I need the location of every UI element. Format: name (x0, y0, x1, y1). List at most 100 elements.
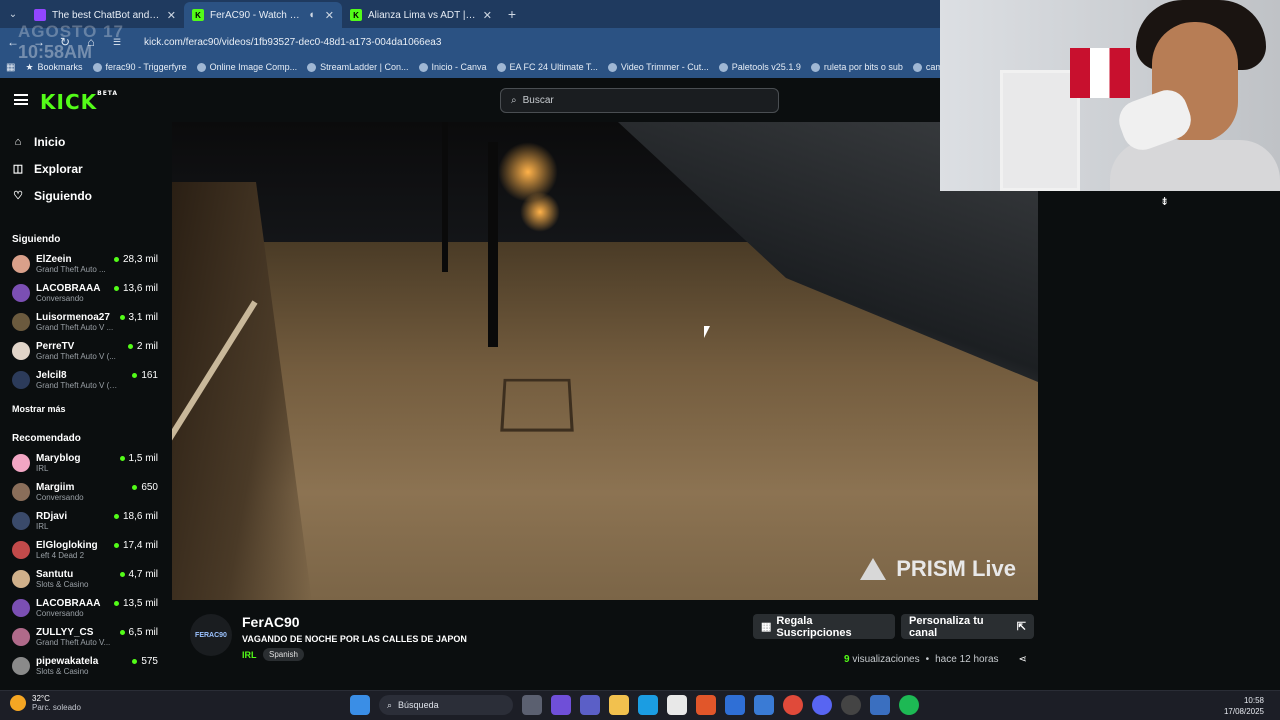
tab-close-icon[interactable]: ✕ (167, 9, 176, 22)
live-dot-icon (119, 572, 125, 577)
stream-category[interactable]: IRL (242, 650, 257, 660)
bookmark-item[interactable]: StreamLadder | Con... (307, 62, 409, 72)
sidebar-channel[interactable]: LACOBRAAA Conversando 13,5 mil (0, 593, 172, 622)
channel-category: Conversando (36, 293, 84, 303)
sidebar-channel[interactable]: Luisormenoa27 Grand Theft Auto V ... 3,1 m… (0, 307, 172, 336)
discord-icon[interactable] (812, 695, 832, 715)
video-stats: 9 visualizaciones • hace 12 horas ⋖ (844, 654, 1027, 665)
sidebar-channel[interactable]: ElGlogloking Left 4 Dead 2 17,4 mil (0, 535, 172, 564)
compass-icon: ◫ (12, 163, 24, 175)
search-input[interactable]: ⌕ Buscar (500, 88, 779, 113)
channel-category: Left 4 Dead 2 (36, 550, 85, 560)
video-player[interactable]: PRISM Live (172, 122, 1038, 600)
time-ago: hace 12 horas (935, 654, 999, 665)
app-icon[interactable] (696, 695, 716, 715)
avatar (12, 569, 30, 588)
separator: • (925, 654, 930, 665)
nav-item-inicio[interactable]: ⌂ Inicio (0, 128, 172, 155)
obs-icon[interactable] (841, 695, 861, 715)
show-more-link[interactable]: Mostrar más (0, 398, 172, 420)
live-dot-icon (113, 286, 119, 291)
kick-logo[interactable]: KICKBETA (40, 90, 118, 114)
weather-widget[interactable]: 32°C Parc. soleado (10, 694, 81, 712)
gift-subs-button[interactable]: ▦ Regala Suscripciones (753, 614, 895, 639)
task-view-icon[interactable] (522, 695, 542, 715)
copilot-icon[interactable] (551, 695, 571, 715)
sidebar-channel[interactable]: Margiim Conversando 650 (0, 477, 172, 506)
apps-grid-icon[interactable]: ▦ (6, 62, 15, 73)
live-dot-icon (113, 257, 119, 262)
live-dot-icon (119, 315, 125, 320)
share-icon[interactable]: ⋖ (1019, 654, 1027, 665)
avatar (12, 312, 30, 331)
views-count: 9 (844, 654, 850, 665)
viewer-count: 13,6 mil (113, 283, 158, 294)
expand-chat-icon[interactable]: ⇟ (1160, 195, 1169, 208)
sidebar-channel[interactable]: LACOBRAAA Conversando 13,6 mil (0, 278, 172, 307)
sidebar-channel[interactable]: RDjavi IRL 18,6 mil (0, 506, 172, 535)
menu-icon[interactable] (14, 94, 28, 105)
sidebar-channel[interactable]: Maryblog IRL 1,5 mil (0, 448, 172, 477)
channel-name[interactable]: FerAC90 (242, 614, 300, 630)
channel-category: IRL (36, 521, 49, 531)
bookmark-item[interactable]: ruleta por bits o sub (810, 62, 903, 72)
nav-item-explorar[interactable]: ◫ Explorar (0, 155, 172, 182)
chrome-icon[interactable] (783, 695, 803, 715)
live-dot-icon (132, 373, 138, 378)
teams-icon[interactable] (580, 695, 600, 715)
sidebar-channel[interactable]: ElZeein Grand Theft Auto ... 28,3 mil (0, 249, 172, 278)
notepad-icon[interactable] (870, 695, 890, 715)
sidebar-channel[interactable]: PerreTV Grand Theft Auto V (... 2 mil (0, 336, 172, 365)
new-tab-button[interactable]: + (500, 6, 524, 22)
bookmark-icon (607, 62, 617, 72)
url-field[interactable]: kick.com/ferac90/videos/1fb93527-dec0-48… (144, 37, 441, 48)
bookmark-icon (92, 62, 102, 72)
avatar (12, 598, 30, 617)
tab-title: The best ChatBot and Widgets (52, 9, 161, 21)
customize-channel-button[interactable]: Personaliza tu canal ⇱ (901, 614, 1034, 639)
channel-category: Grand Theft Auto V ... (36, 322, 114, 332)
bookmark-item[interactable]: EA FC 24 Ultimate T... (496, 62, 598, 72)
sidebar-channel[interactable]: pipewakatela Slots & Casino 575 (0, 651, 172, 680)
weather-temp: 32°C (32, 694, 50, 703)
browser-tab-3[interactable]: K Alianza Lima vs ADT | Peru Lig ✕ (342, 2, 500, 28)
sidebar-channel[interactable]: Santutu Slots & Casino 4,7 mil (0, 564, 172, 593)
language-tag[interactable]: Spanish (263, 648, 304, 661)
live-dot-icon (113, 601, 119, 606)
channel-avatar[interactable]: FERAC90 (190, 614, 232, 656)
search-icon: ⌕ (511, 95, 517, 106)
bookmark-item[interactable]: ★ Bookmarks (25, 62, 82, 73)
system-clock[interactable]: 10:58 17/08/2025 (1224, 695, 1264, 717)
store-icon[interactable] (667, 695, 687, 715)
tab-favicon-icon (34, 9, 46, 21)
spotify-icon[interactable] (899, 695, 919, 715)
avatar (12, 540, 30, 559)
bookmark-item[interactable]: camara cel (912, 62, 940, 72)
channel-category: Slots & Casino (36, 579, 89, 589)
bookmark-item[interactable]: Online Image Comp... (196, 62, 297, 72)
browser-tab-2[interactable]: K FerAC90 - Watch the VOD ◖ ✕ (184, 2, 342, 28)
bookmark-icon (496, 62, 506, 72)
channel-category: Grand Theft Auto ... (36, 264, 106, 274)
bookmark-item[interactable]: Paletools v25.1.9 (718, 62, 801, 72)
channel-category: Grand Theft Auto V (... (36, 351, 116, 361)
file-explorer-icon[interactable] (609, 695, 629, 715)
viewer-count: 650 (132, 482, 158, 493)
photos-icon[interactable] (754, 695, 774, 715)
bookmark-item[interactable]: Video Trimmer - Cut... (607, 62, 709, 72)
bookmark-item[interactable]: Inicio - Canva (418, 62, 487, 72)
tree-trunk (442, 122, 448, 272)
edge-icon[interactable] (638, 695, 658, 715)
tab-audio-icon[interactable]: ◖ (308, 9, 315, 21)
live-dot-icon (127, 344, 133, 349)
bookmarks-bar: ▦ ★ Bookmarks ferac90 - Triggerfyre Onlin… (0, 56, 940, 78)
nav-item-siguiendo[interactable]: ♡ Siguiendo (0, 182, 172, 209)
tab-close-icon[interactable]: ✕ (325, 9, 334, 22)
sidebar-channel[interactable]: Jelcil8 Grand Theft Auto V (GT... 161 (0, 365, 172, 394)
tab-close-icon[interactable]: ✕ (483, 9, 492, 22)
bookmark-item[interactable]: ferac90 - Triggerfyre (92, 62, 187, 72)
sidebar-channel[interactable]: ZULLYY_CS Grand Theft Auto V... 6,5 mil (0, 622, 172, 651)
windows-start-icon[interactable] (350, 695, 370, 715)
mail-icon[interactable] (725, 695, 745, 715)
taskbar-search[interactable]: ⌕ Búsqueda (379, 695, 513, 715)
